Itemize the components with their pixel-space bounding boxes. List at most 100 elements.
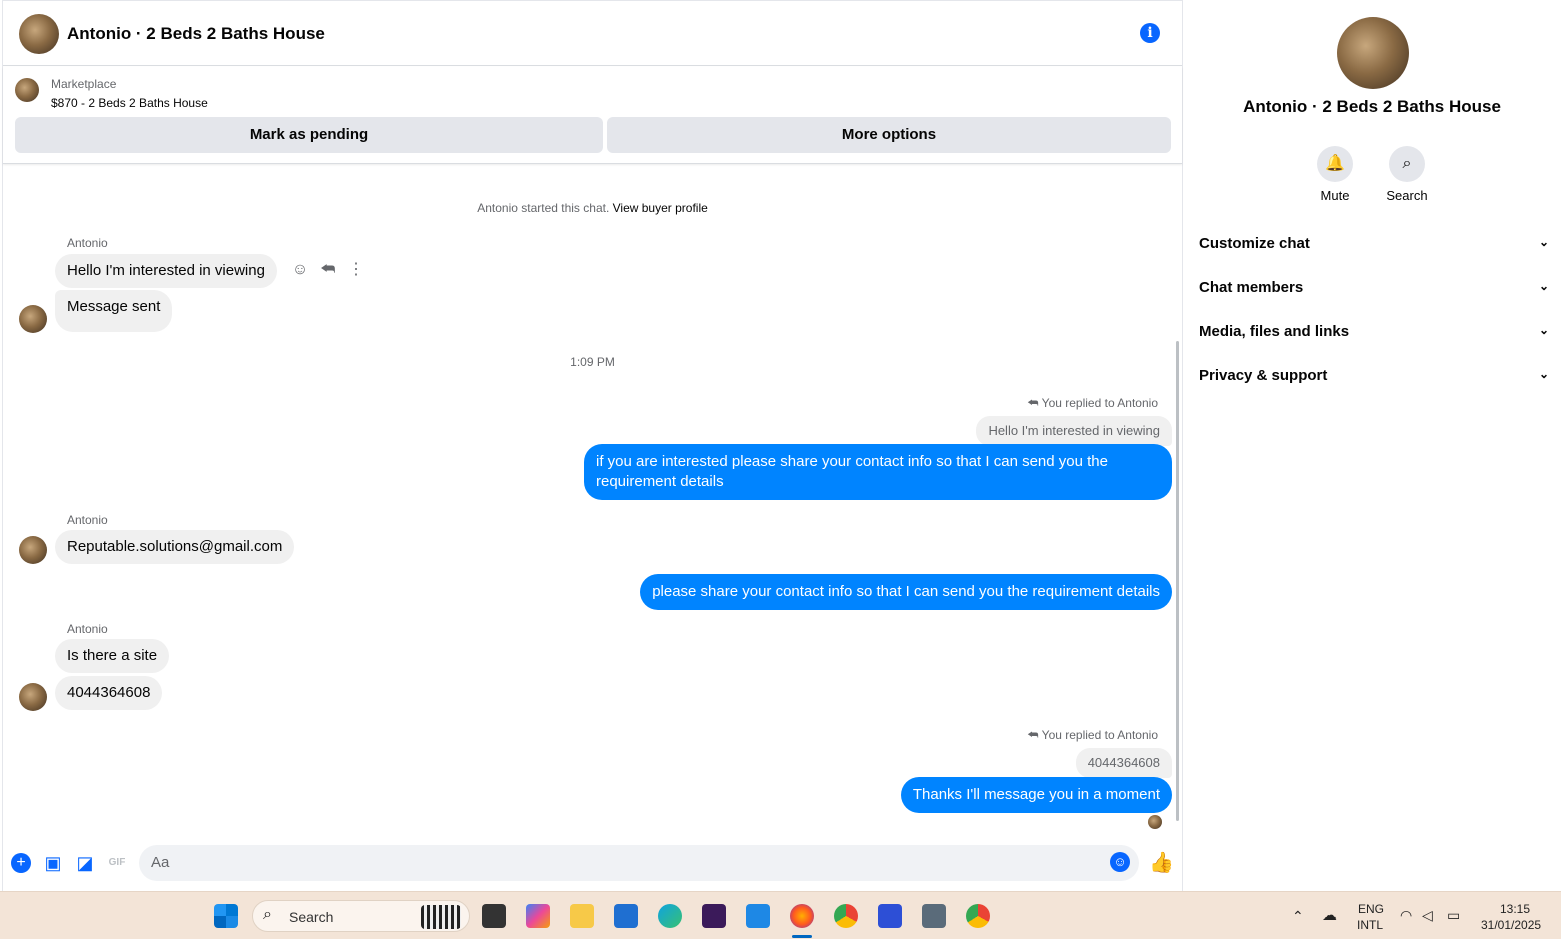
chevron-down-icon: ⌄ bbox=[1538, 367, 1549, 381]
onedrive-icon[interactable]: ☁ bbox=[1322, 906, 1337, 924]
incoming-message[interactable]: Message sent bbox=[55, 290, 173, 332]
outgoing-message[interactable]: Thanks I'll message you in a moment bbox=[900, 777, 1172, 813]
reply-arrow-icon: ⮪ bbox=[1027, 396, 1042, 410]
windows-start-icon[interactable] bbox=[214, 904, 238, 928]
message-actions: ☺ ⮪ ⋮ bbox=[291, 261, 365, 279]
message-timestamp: 1:09 PM bbox=[570, 355, 615, 369]
conversation-pane: Antonio · 2 Beds 2 Baths House i Marketp… bbox=[2, 0, 1183, 891]
more-options-button[interactable]: More options bbox=[607, 117, 1171, 153]
bell-icon: 🔔 bbox=[1317, 146, 1353, 182]
more-vertical-icon[interactable]: ⋮ bbox=[347, 261, 365, 279]
plus-icon[interactable]: + bbox=[11, 853, 31, 873]
reply-arrow-icon: ⮪ bbox=[1027, 728, 1042, 742]
media-files-links-item[interactable]: Media, files and links ⌄ bbox=[1199, 323, 1549, 340]
mute-button[interactable]: 🔔 Mute bbox=[1305, 146, 1365, 203]
message-composer: + ▣ ◪ GIF Aa ☺ 👍 bbox=[3, 844, 1182, 884]
search-label: Search bbox=[1386, 188, 1428, 203]
chat-members-item[interactable]: Chat members ⌄ bbox=[1199, 279, 1549, 296]
customize-chat-item[interactable]: Customize chat ⌄ bbox=[1199, 235, 1549, 252]
search-icon: ⌕ bbox=[263, 906, 272, 923]
store-icon[interactable] bbox=[614, 904, 638, 928]
task-view-icon[interactable] bbox=[482, 904, 506, 928]
outgoing-message[interactable]: please share your contact info so that I… bbox=[640, 574, 1172, 610]
active-app-indicator bbox=[792, 935, 812, 938]
marketplace-label: Marketplace bbox=[51, 77, 117, 91]
battery-icon[interactable]: ▭ bbox=[1447, 907, 1460, 924]
messenger-app: Antonio · 2 Beds 2 Baths House i Marketp… bbox=[0, 0, 1561, 891]
taskbar-search[interactable]: ⌕ Search bbox=[252, 900, 470, 932]
incoming-message[interactable]: 4044364608 bbox=[55, 676, 163, 710]
quoted-message[interactable]: Hello I'm interested in viewing bbox=[976, 416, 1172, 446]
chevron-down-icon: ⌄ bbox=[1538, 279, 1549, 293]
reply-label: ⮪ You replied to Antonio bbox=[1027, 728, 1158, 743]
reply-label-text: You replied to Antonio bbox=[1041, 396, 1158, 410]
details-title: Antonio · 2 Beds 2 Baths House bbox=[1243, 97, 1501, 116]
chevron-up-icon[interactable]: ⌃ bbox=[1292, 908, 1304, 925]
sender-avatar[interactable] bbox=[19, 305, 47, 333]
clock-date[interactable]: 31/01/2025 bbox=[1481, 918, 1541, 932]
edge-icon[interactable] bbox=[658, 904, 682, 928]
privacy-support-item[interactable]: Privacy & support ⌄ bbox=[1199, 367, 1549, 384]
vscode-icon[interactable] bbox=[746, 904, 770, 928]
incoming-message[interactable]: Is there a site bbox=[55, 639, 170, 673]
incoming-message[interactable]: Hello I'm interested in viewing bbox=[55, 254, 277, 288]
video-editor-icon[interactable] bbox=[702, 904, 726, 928]
view-buyer-profile-link[interactable]: View buyer profile bbox=[613, 201, 708, 215]
conversation-title[interactable]: Antonio · 2 Beds 2 Baths House bbox=[67, 24, 325, 44]
app-icon[interactable] bbox=[922, 904, 946, 928]
chevron-down-icon: ⌄ bbox=[1538, 235, 1549, 249]
chrome-profile-icon[interactable] bbox=[966, 904, 990, 928]
item-label: Customize chat bbox=[1199, 235, 1310, 252]
chat-start-note: Antonio started this chat. View buyer pr… bbox=[3, 201, 1182, 215]
contact-avatar[interactable] bbox=[19, 14, 59, 54]
conversation-details-panel: Antonio · 2 Beds 2 Baths House 🔔 Mute ⌕ … bbox=[1183, 0, 1561, 891]
mark-pending-button[interactable]: Mark as pending bbox=[15, 117, 603, 153]
outgoing-message[interactable]: if you are interested please share your … bbox=[584, 444, 1172, 500]
incoming-message[interactable]: Reputable.solutions@gmail.com bbox=[55, 530, 295, 564]
sender-name: Antonio bbox=[67, 513, 108, 527]
gif-icon[interactable]: GIF bbox=[107, 853, 127, 873]
item-label: Media, files and links bbox=[1199, 323, 1350, 340]
language-layout[interactable]: INTL bbox=[1357, 918, 1383, 932]
item-label: Privacy & support bbox=[1199, 367, 1328, 384]
windows-taskbar: ⌕ Search ⌃ ☁ ENG INTL ◠ ◁ ▭ 13:15 31/01/… bbox=[0, 891, 1561, 939]
chrome-icon[interactable] bbox=[834, 904, 858, 928]
volume-icon[interactable]: ◁ bbox=[1422, 907, 1433, 924]
thumbs-up-icon[interactable]: 👍 bbox=[1149, 853, 1174, 873]
chevron-down-icon: ⌄ bbox=[1538, 323, 1549, 337]
conversation-header: Antonio · 2 Beds 2 Baths House i bbox=[3, 1, 1182, 66]
taskbar-search-label: Search bbox=[289, 909, 334, 925]
profile-avatar[interactable] bbox=[1337, 17, 1409, 89]
read-receipt-avatar bbox=[1148, 815, 1162, 829]
sender-avatar[interactable] bbox=[19, 536, 47, 564]
info-icon[interactable]: i bbox=[1140, 23, 1160, 43]
emoji-icon[interactable]: ☺ bbox=[1110, 852, 1130, 872]
app-icon[interactable] bbox=[878, 904, 902, 928]
copilot-icon[interactable] bbox=[526, 904, 550, 928]
chat-scrollbar[interactable] bbox=[1176, 341, 1179, 821]
search-button[interactable]: ⌕ Search bbox=[1377, 146, 1437, 203]
search-icon: ⌕ bbox=[1389, 146, 1425, 182]
item-label: Chat members bbox=[1199, 279, 1304, 296]
mute-label: Mute bbox=[1320, 188, 1350, 203]
sender-avatar[interactable] bbox=[19, 683, 47, 711]
sticker-icon[interactable]: ◪ bbox=[75, 853, 95, 873]
photo-icon[interactable]: ▣ bbox=[43, 853, 63, 873]
reply-icon[interactable]: ⮪ bbox=[319, 261, 337, 279]
marketplace-banner: Marketplace $870 - 2 Beds 2 Baths House … bbox=[3, 67, 1182, 164]
message-input[interactable]: Aa bbox=[139, 845, 1139, 881]
quoted-message[interactable]: 4044364608 bbox=[1075, 748, 1172, 778]
file-explorer-icon[interactable] bbox=[570, 904, 594, 928]
sender-name: Antonio bbox=[67, 622, 108, 636]
listing-price[interactable]: $870 - 2 Beds 2 Baths House bbox=[51, 96, 208, 110]
listing-thumbnail[interactable] bbox=[15, 78, 39, 102]
react-emoji-icon[interactable]: ☺ bbox=[291, 261, 309, 279]
language-code[interactable]: ENG bbox=[1358, 902, 1384, 916]
chat-start-text: Antonio started this chat. bbox=[477, 201, 610, 215]
firefox-icon[interactable] bbox=[790, 904, 814, 928]
reply-label: ⮪ You replied to Antonio bbox=[1027, 396, 1158, 411]
clock-time[interactable]: 13:15 bbox=[1500, 902, 1530, 916]
wifi-icon[interactable]: ◠ bbox=[1400, 907, 1412, 924]
search-highlight-icon bbox=[421, 905, 461, 929]
sender-name: Antonio bbox=[67, 236, 108, 250]
